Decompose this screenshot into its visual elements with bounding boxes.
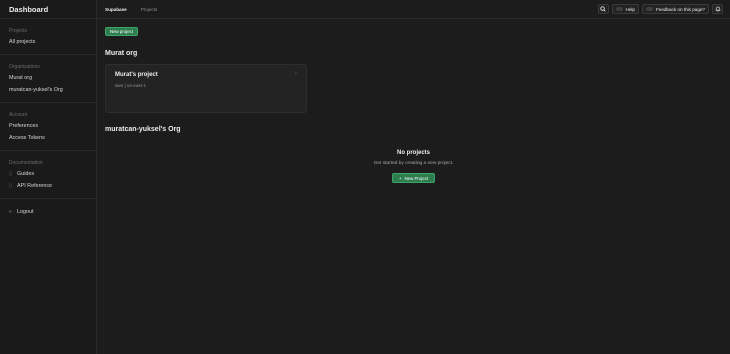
bell-icon [715, 6, 720, 12]
sidebar-section-organizations: Organizations Murat org muratcan-yuksel'… [0, 55, 96, 103]
sidebar-item-label: Murat org [9, 75, 33, 81]
sidebar-item-label: API Reference [17, 183, 53, 189]
help-label: Help [625, 6, 635, 12]
help-button[interactable]: Help [611, 4, 639, 14]
app-title: Dashboard [0, 0, 96, 19]
sidebar-item-label: Preferences [9, 123, 39, 129]
org-title: muratcan-yuksel's Org [105, 126, 181, 133]
sidebar-item-preferences[interactable]: Preferences [9, 120, 96, 132]
sidebar: Dashboard Projects All projects Organiza… [0, 0, 97, 354]
sidebar-heading: Account [9, 112, 28, 118]
search-icon [600, 6, 606, 12]
book-icon: ▯ [9, 171, 12, 177]
sidebar-item-guides[interactable]: ▯ Guides [9, 168, 96, 180]
main-content: New project Murat org Murat's project aw… [97, 20, 730, 354]
help-icon [615, 7, 623, 11]
empty-state-title: No projects [396, 150, 430, 156]
project-card[interactable]: Murat's project aws | us-east-1 › [105, 64, 307, 113]
sidebar-item-label: Access Tokens [9, 135, 45, 141]
notifications-button[interactable] [712, 4, 723, 14]
nav-supabase[interactable]: Supabase [105, 7, 127, 12]
sidebar-section-projects: Projects All projects [0, 19, 96, 55]
sidebar-item-muratcan-org[interactable]: muratcan-yuksel's Org [9, 84, 96, 96]
sidebar-section-documentation: Documentation ▯ Guides ▯ API Reference [0, 151, 96, 199]
sidebar-heading: Organizations [9, 64, 40, 70]
logout-icon: ⇤ [9, 209, 14, 215]
book-icon: ▯ [9, 183, 12, 189]
new-project-empty-button[interactable]: + New Project [392, 173, 435, 183]
sidebar-item-label: All projects [9, 39, 36, 45]
chevron-right-icon: › [294, 70, 297, 77]
feedback-label: Feedback on this page? [655, 6, 705, 12]
sidebar-item-access-tokens[interactable]: Access Tokens [9, 132, 96, 144]
org-title: Murat org [105, 50, 138, 57]
sidebar-item-murat-org[interactable]: Murat org [9, 72, 96, 84]
sidebar-heading: Projects [9, 28, 28, 34]
new-project-empty-label: New Project [404, 175, 429, 181]
feedback-button[interactable]: Feedback on this page? [641, 4, 709, 14]
sidebar-section-account: Account Preferences Access Tokens [0, 103, 96, 151]
empty-state-subtitle: Get started by creating a new project. [373, 161, 454, 166]
sidebar-item-all-projects[interactable]: All projects [9, 36, 96, 48]
feedback-icon [645, 7, 653, 11]
top-actions: Help Feedback on this page? [597, 4, 723, 14]
project-name: Murat's project [115, 72, 158, 78]
sidebar-heading: Documentation [9, 160, 43, 166]
search-button[interactable] [597, 4, 609, 14]
top-bar: Supabase Projects Help Feedback on this … [97, 0, 730, 19]
sidebar-item-label: Guides [17, 171, 35, 177]
sidebar-item-label: muratcan-yuksel's Org [9, 87, 63, 93]
logout-button[interactable]: ⇤ Logout [9, 206, 96, 218]
new-project-button[interactable]: New project [105, 27, 138, 36]
plus-icon: + [398, 175, 402, 181]
nav-projects[interactable]: Projects [141, 7, 158, 12]
sidebar-section-logout: ⇤ Logout [0, 199, 96, 224]
logout-label: Logout [17, 209, 34, 215]
sidebar-item-api-reference[interactable]: ▯ API Reference [9, 180, 96, 192]
project-region: aws | us-east-1 [115, 83, 147, 88]
